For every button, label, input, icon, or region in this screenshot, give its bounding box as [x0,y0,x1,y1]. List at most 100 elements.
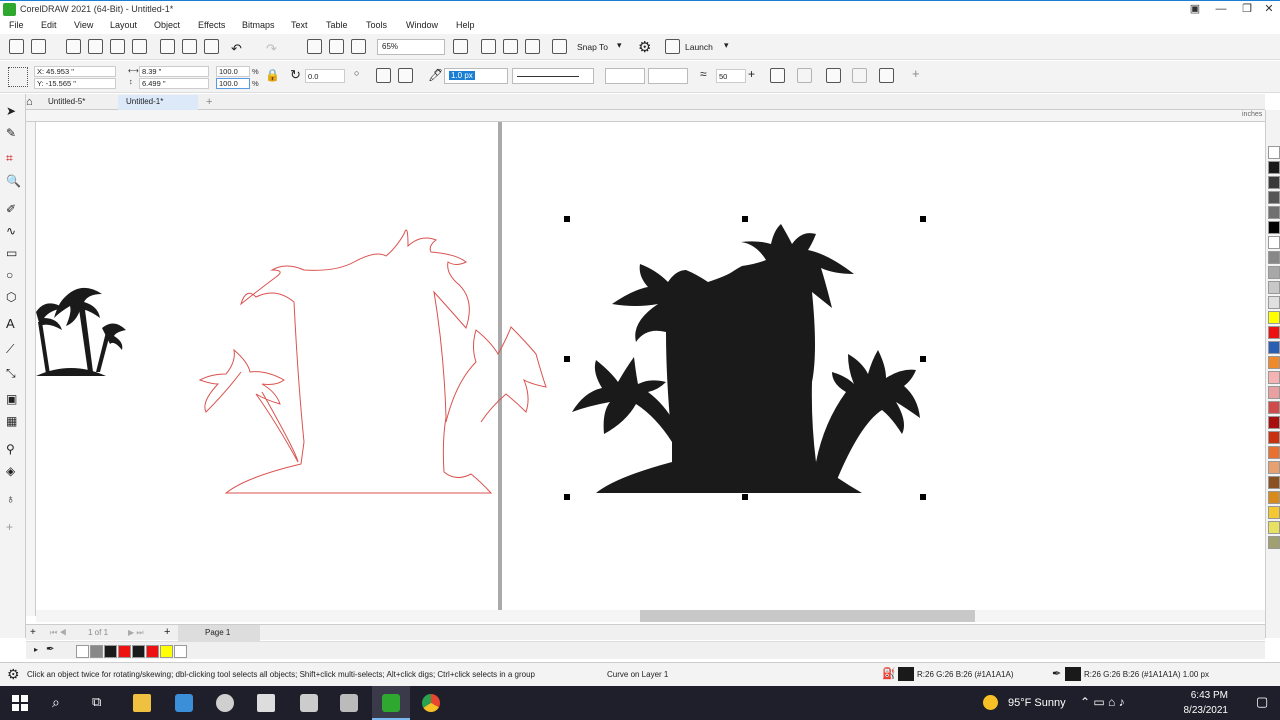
outline-width-dropdown[interactable]: 1.0 px [444,68,508,84]
fill-color-swatch[interactable] [898,667,914,681]
palette-swatch[interactable] [1268,191,1280,204]
text-tool-icon[interactable]: A [6,316,20,331]
clock-time[interactable]: 6:43 PM [1162,690,1228,701]
menu-layout[interactable]: Layout [110,20,137,30]
menu-tools[interactable]: Tools [366,20,387,30]
coreldraw-taskbar-button[interactable] [372,686,410,720]
mirror-vertical-icon[interactable] [398,68,413,83]
doc-palette-swatch[interactable] [104,645,117,658]
artistic-media-tool-icon[interactable]: ∿ [6,224,20,238]
smoothing-field[interactable]: 50 [716,69,746,83]
clock-date[interactable]: 8/23/2021 [1162,705,1229,716]
palette-swatch[interactable] [1268,401,1280,414]
snap-off-icon[interactable] [552,39,567,54]
task-view-icon[interactable]: ⧉ [92,694,101,710]
menu-window[interactable]: Window [406,20,438,30]
app-icon-4[interactable] [300,694,318,712]
menu-edit[interactable]: Edit [41,20,57,30]
export-icon[interactable] [329,39,344,54]
redo-icon[interactable]: ↷ [266,41,277,57]
lock-ratio-icon[interactable]: 🔒 [265,68,280,82]
account-icon[interactable]: ▣ [1182,1,1208,18]
app-icon-2[interactable] [216,694,234,712]
close-button[interactable]: ✕ [1256,1,1280,18]
scrollbar-thumb[interactable] [640,610,975,622]
view-splitter[interactable] [498,122,502,616]
text-wrap-icon[interactable] [826,68,841,83]
palette-swatch[interactable] [1268,446,1280,459]
menu-help[interactable]: Help [456,20,475,30]
first-page-icon[interactable]: ⏮ ◀ [50,628,67,638]
zoom-level-dropdown[interactable]: 65% [377,39,445,55]
undo-icon[interactable]: ↶ [231,41,242,57]
menu-bitmaps[interactable]: Bitmaps [242,20,275,30]
new-document-icon[interactable] [9,39,24,54]
end-arrow-dropdown[interactable] [648,68,688,84]
y-position-field[interactable]: Y: -15.565 " [34,78,116,89]
palette-swatch[interactable] [1268,251,1280,264]
tab-untitled-1[interactable]: Untitled-1* [118,95,198,110]
full-screen-icon[interactable] [453,39,468,54]
extract-subpath-icon[interactable] [797,68,812,83]
add-page-icon[interactable]: + [30,627,36,638]
palette-swatch[interactable] [1268,176,1280,189]
save-icon[interactable] [66,39,81,54]
menu-effects[interactable]: Effects [198,20,225,30]
palm-silhouette[interactable] [572,224,920,493]
import-icon[interactable] [307,39,322,54]
pick-tool-icon[interactable]: ➤ [6,104,20,118]
menu-table[interactable]: Table [326,20,348,30]
line-style-dropdown[interactable] [512,68,594,84]
connector-tool-icon[interactable]: ⤡ [6,366,20,380]
rulers-icon[interactable] [481,39,496,54]
tab-untitled-5[interactable]: Untitled-5* [40,95,93,110]
palm-outline[interactable] [198,229,547,494]
menu-object[interactable]: Object [154,20,180,30]
height-field[interactable]: 6.499 " [139,78,209,89]
palette-swatch[interactable] [1268,356,1280,369]
pdf-icon[interactable] [351,39,366,54]
palette-swatch[interactable] [1268,536,1280,549]
doc-palette-eyedropper-icon[interactable]: ✒ [46,644,54,655]
app-icon-1[interactable] [175,694,193,712]
palette-swatch[interactable] [1268,416,1280,429]
snap-to-label[interactable]: Snap To [577,42,608,52]
zoom-tool-icon[interactable]: 🔍 [6,174,21,188]
doc-palette-swatch[interactable] [132,645,145,658]
horizontal-scrollbar[interactable] [36,610,1265,622]
doc-palette-swatch[interactable] [76,645,89,658]
app-icon-5[interactable] [340,694,358,712]
palette-swatch[interactable] [1268,281,1280,294]
eyedropper-tool-icon[interactable]: ⚲ [6,442,20,456]
doc-palette-swatch[interactable] [118,645,131,658]
doc-palette-swatch[interactable] [90,645,103,658]
app-icon-3[interactable] [257,694,275,712]
start-button[interactable] [12,695,28,711]
ellipse-tool-icon[interactable]: ○ [6,268,20,282]
mirror-horizontal-icon[interactable] [376,68,391,83]
cut-icon[interactable] [160,39,175,54]
chrome-icon[interactable] [422,694,440,712]
width-field[interactable]: 8.39 " [139,66,209,77]
transparency-tool-icon[interactable]: ▦ [6,414,20,428]
snap-to-chevron-icon[interactable]: ▾ [617,40,622,51]
notifications-icon[interactable]: ▢ [1256,694,1268,710]
vertical-ruler[interactable] [26,122,36,616]
open-icon[interactable] [31,39,46,54]
menu-file[interactable]: File [9,20,24,30]
doc-palette-swatch[interactable] [174,645,187,658]
palette-swatch[interactable] [1268,461,1280,474]
palette-swatch[interactable] [1268,386,1280,399]
add-page-after-icon[interactable]: + [164,626,170,638]
x-position-field[interactable]: X: 45.953 " [34,66,116,77]
palette-swatch[interactable] [1268,161,1280,174]
doc-palette-swatch[interactable] [160,645,173,658]
smart-fill-tool-icon[interactable]: ♁ [6,492,20,506]
launch-icon[interactable] [665,39,680,54]
palette-swatch[interactable] [1268,206,1280,219]
crop-tool-icon[interactable]: ⌗ [6,151,20,165]
doc-palette-swatch[interactable] [146,645,159,658]
drop-shadow-tool-icon[interactable]: ▣ [6,392,20,406]
copy-icon[interactable] [182,39,197,54]
guidelines-icon[interactable] [525,39,540,54]
